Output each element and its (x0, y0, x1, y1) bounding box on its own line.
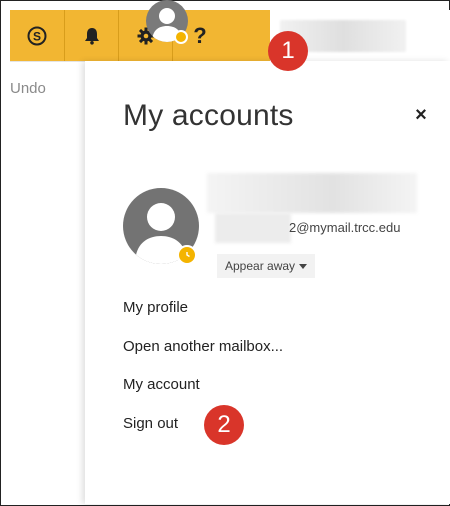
undo-button[interactable]: Undo (10, 80, 46, 97)
open-another-mailbox-link[interactable]: Open another mailbox... (123, 338, 283, 355)
notifications-button[interactable] (64, 10, 119, 61)
my-account-link[interactable]: My account (123, 376, 200, 393)
account-name-redacted (207, 173, 417, 213)
away-status-icon (177, 245, 197, 265)
callout-1: 1 (268, 31, 308, 71)
presence-label: Appear away (225, 259, 296, 273)
panel-title: My accounts (123, 99, 294, 132)
email-prefix-redacted (215, 213, 291, 243)
sign-out-link[interactable]: Sign out (123, 415, 178, 432)
my-profile-link[interactable]: My profile (123, 299, 188, 316)
top-toolbar: S ? (10, 10, 270, 61)
my-accounts-panel: My accounts × 2@mymail.trcc.edu Appear a… (85, 61, 450, 504)
presence-dot (174, 30, 188, 44)
skype-icon: S (27, 26, 47, 45)
svg-text:S: S (33, 29, 41, 43)
bell-icon (85, 27, 99, 45)
account-email: 2@mymail.trcc.edu (289, 220, 401, 235)
divider (10, 61, 85, 62)
clock-icon (186, 252, 190, 258)
help-icon: ? (193, 22, 207, 48)
callout-2: 2 (204, 405, 244, 445)
chevron-down-icon (299, 264, 308, 270)
skype-button[interactable]: S (10, 10, 64, 61)
close-button[interactable]: × (411, 105, 431, 125)
presence-dropdown[interactable]: Appear away (217, 254, 316, 278)
